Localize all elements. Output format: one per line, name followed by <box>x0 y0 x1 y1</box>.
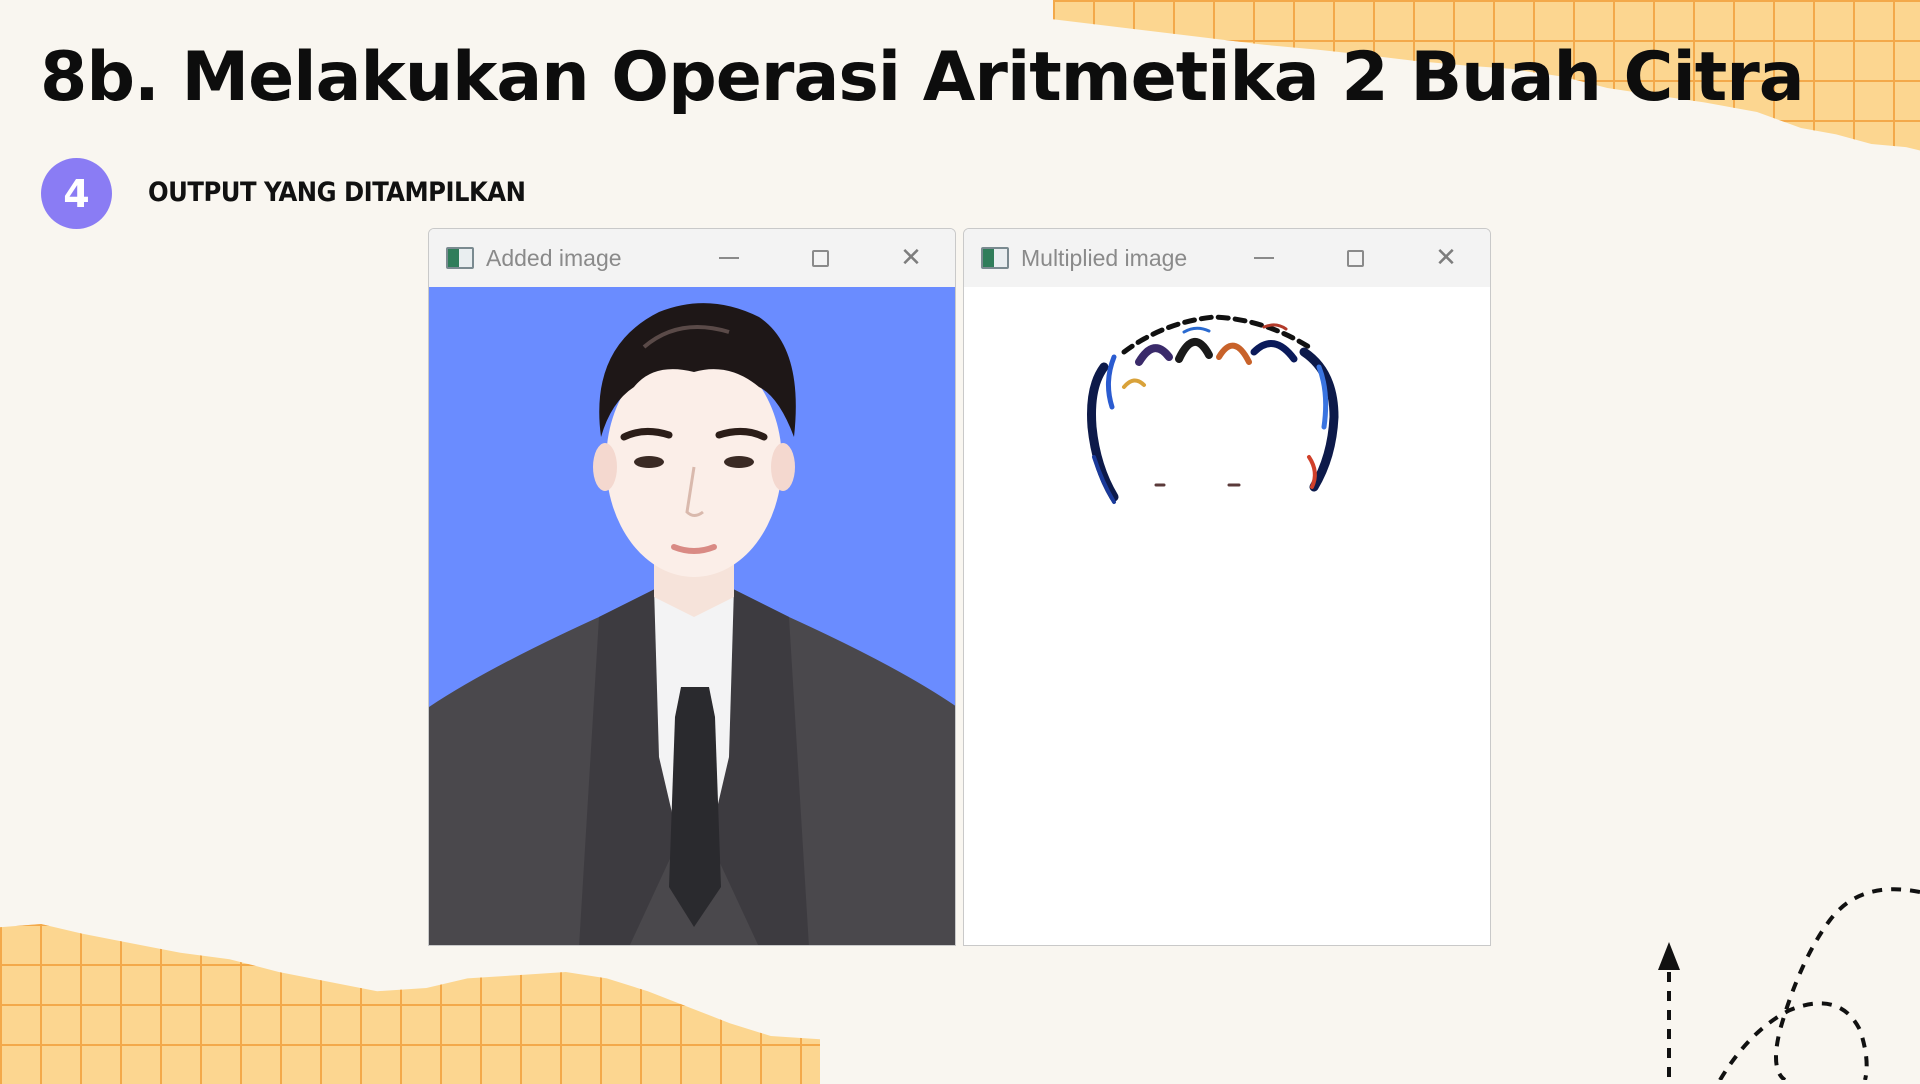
multiplied-image-canvas <box>964 287 1490 945</box>
window-title: Added image <box>486 244 622 271</box>
close-button[interactable]: ✕ <box>1426 239 1466 277</box>
maximize-button[interactable] <box>800 239 840 277</box>
added-image-canvas <box>429 287 955 945</box>
window-titlebar[interactable]: Multiplied image ✕ <box>964 229 1490 287</box>
window-titlebar[interactable]: Added image ✕ <box>429 229 955 287</box>
close-icon: ✕ <box>900 243 922 273</box>
minimize-icon <box>719 257 739 259</box>
minimize-button[interactable] <box>1244 239 1284 277</box>
minimize-icon <box>1254 257 1274 259</box>
step-label: OUTPUT YANG DITAMPILKAN <box>148 177 526 208</box>
close-icon: ✕ <box>1435 243 1457 273</box>
added-image-window[interactable]: Added image ✕ <box>428 228 956 946</box>
arrow-head-icon <box>1658 942 1680 970</box>
step-number-badge: 4 <box>41 158 112 229</box>
slide-title: 8b. Melakukan Operasi Aritmetika 2 Buah … <box>40 38 1805 117</box>
image-app-icon <box>981 247 1009 269</box>
maximize-icon <box>811 249 829 267</box>
multiplied-image-hair-artifact <box>1087 314 1339 504</box>
added-image-portrait <box>429 303 955 945</box>
close-button[interactable]: ✕ <box>891 239 931 277</box>
decorative-dashed-arrow <box>1658 887 1920 1080</box>
multiplied-image-window[interactable]: Multiplied image ✕ <box>963 228 1491 946</box>
decorative-grid-paper-bottom <box>0 924 820 1084</box>
maximize-button[interactable] <box>1335 239 1375 277</box>
maximize-icon <box>1346 249 1364 267</box>
minimize-button[interactable] <box>709 239 749 277</box>
image-app-icon <box>446 247 474 269</box>
window-title: Multiplied image <box>1021 244 1188 271</box>
